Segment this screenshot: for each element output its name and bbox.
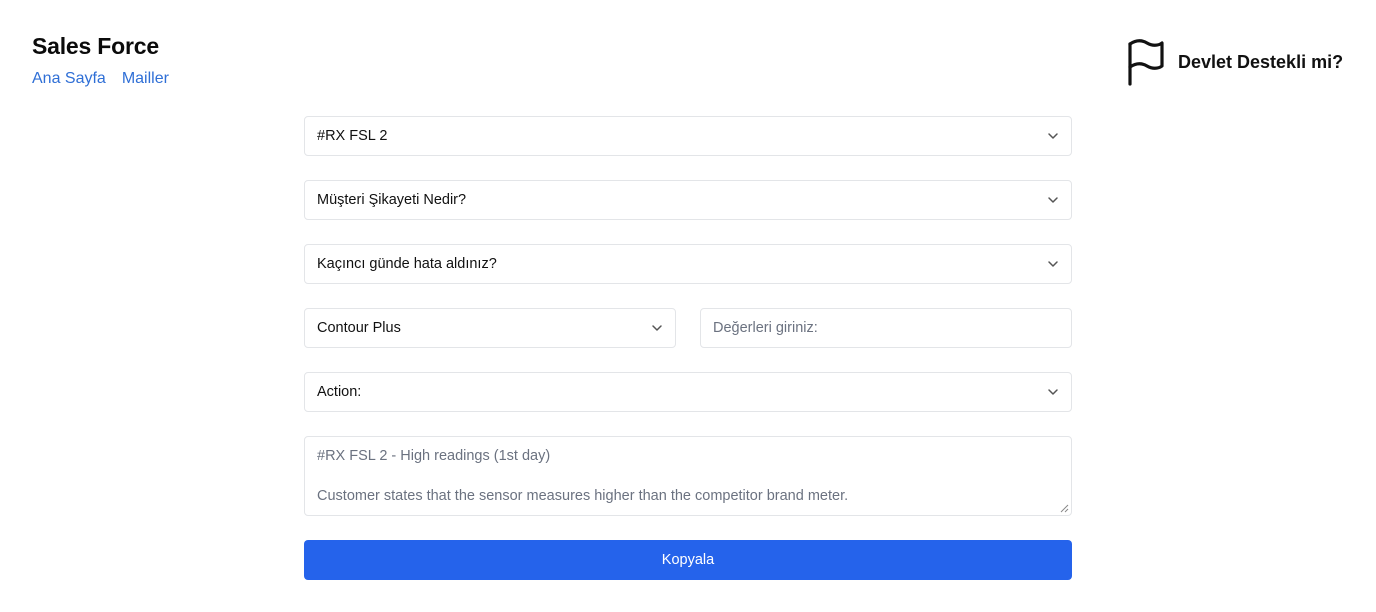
resize-handle-icon[interactable] [1060, 504, 1069, 513]
complaint-select[interactable]: Müşteri Şikayeti Nedir? [304, 180, 1072, 220]
chevron-down-icon [1048, 133, 1058, 139]
top-nav: Ana Sayfa Mailler [32, 70, 169, 88]
nav-link-mails[interactable]: Mailler [122, 70, 169, 88]
gov-supported-toggle[interactable]: Devlet Destekli mi? [1126, 38, 1343, 86]
chevron-down-icon [1048, 389, 1058, 395]
flag-icon [1128, 39, 1164, 86]
error-day-select[interactable]: Kaçıncı günde hata aldınız? [304, 244, 1072, 284]
chevron-down-icon [1048, 261, 1058, 267]
output-line-title: #RX FSL 2 - High readings (1st day) [317, 448, 551, 464]
copy-button[interactable]: Kopyala [304, 540, 1072, 580]
output-textarea[interactable]: #RX FSL 2 - High readings (1st day) Cust… [304, 436, 1072, 516]
nav-link-home[interactable]: Ana Sayfa [32, 70, 106, 88]
chevron-down-icon [1048, 197, 1058, 203]
device-select[interactable]: Contour Plus [304, 308, 676, 348]
values-input[interactable]: Değerleri giriniz: [700, 308, 1072, 348]
complaint-select-value: Müşteri Şikayeti Nedir? [317, 192, 467, 208]
chevron-down-icon [652, 325, 662, 331]
output-line-description: Customer states that the sensor measures… [317, 488, 849, 504]
gov-supported-label: Devlet Destekli mi? [1178, 51, 1344, 72]
action-select[interactable]: Action: [304, 372, 1072, 412]
action-select-value: Action: [317, 384, 362, 400]
error-day-select-value: Kaçıncı günde hata aldınız? [317, 256, 497, 272]
values-input-placeholder: Değerleri giriniz: [713, 320, 818, 336]
code-select[interactable]: #RX FSL 2 [304, 116, 1072, 156]
app-title: Sales Force [32, 33, 159, 59]
code-select-value: #RX FSL 2 [317, 128, 388, 144]
device-select-value: Contour Plus [317, 320, 401, 336]
